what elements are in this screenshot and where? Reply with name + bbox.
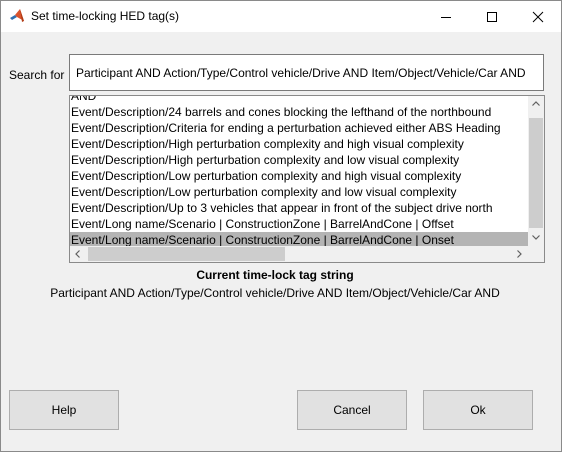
chevron-up-icon <box>532 101 540 106</box>
horizontal-scroll-thumb[interactable] <box>88 247 285 261</box>
list-item[interactable]: Event/Description/High perturbation comp… <box>70 152 530 168</box>
horizontal-scrollbar[interactable] <box>70 246 528 262</box>
dialog-window: Set time-locking HED tag(s) Search for A… <box>0 0 562 452</box>
list-item[interactable]: Event/Description/Criteria for ending a … <box>70 120 530 136</box>
list-item[interactable]: Event/Description/24 barrels and cones b… <box>70 104 530 120</box>
list-item[interactable]: Event/Long name/Scenario | ConstructionZ… <box>70 216 530 232</box>
current-tag-value: Participant AND Action/Type/Control vehi… <box>50 286 500 300</box>
scrollbar-corner <box>528 246 544 262</box>
maximize-button[interactable] <box>469 1 515 32</box>
maximize-icon <box>487 12 497 22</box>
cancel-button[interactable]: Cancel <box>297 390 407 430</box>
chevron-down-icon <box>532 235 540 240</box>
minimize-button[interactable] <box>423 1 469 32</box>
list-item[interactable]: AND <box>70 96 530 104</box>
vertical-scrollbar[interactable] <box>528 96 544 246</box>
window-title: Set time-locking HED tag(s) <box>31 9 180 23</box>
minimize-icon <box>441 17 451 18</box>
list-item[interactable]: Event/Description/Up to 3 vehicles that … <box>70 200 530 216</box>
ok-button[interactable]: Ok <box>423 390 533 430</box>
scroll-left-button[interactable] <box>70 246 86 262</box>
tag-list-items: AND Event/Description/24 barrels and con… <box>70 96 530 248</box>
title-bar: Set time-locking HED tag(s) <box>1 1 561 32</box>
close-button[interactable] <box>515 1 561 32</box>
search-input[interactable] <box>69 54 544 91</box>
search-label: Search for <box>9 68 65 82</box>
matlab-icon <box>9 8 25 24</box>
scroll-down-button[interactable] <box>528 230 544 246</box>
current-tag-heading: Current time-lock tag string <box>196 268 354 282</box>
help-button[interactable]: Help <box>9 390 119 430</box>
vertical-scroll-thumb[interactable] <box>529 118 543 228</box>
list-item[interactable]: Event/Description/High perturbation comp… <box>70 136 530 152</box>
list-item[interactable]: Event/Description/Low perturbation compl… <box>70 168 530 184</box>
chevron-left-icon <box>75 250 80 258</box>
close-icon <box>532 11 544 23</box>
list-item[interactable]: Event/Description/Low perturbation compl… <box>70 184 530 200</box>
scroll-right-button[interactable] <box>512 246 528 262</box>
chevron-right-icon <box>517 250 522 258</box>
scroll-up-button[interactable] <box>528 96 544 112</box>
tag-listbox[interactable]: AND Event/Description/24 barrels and con… <box>69 95 545 263</box>
